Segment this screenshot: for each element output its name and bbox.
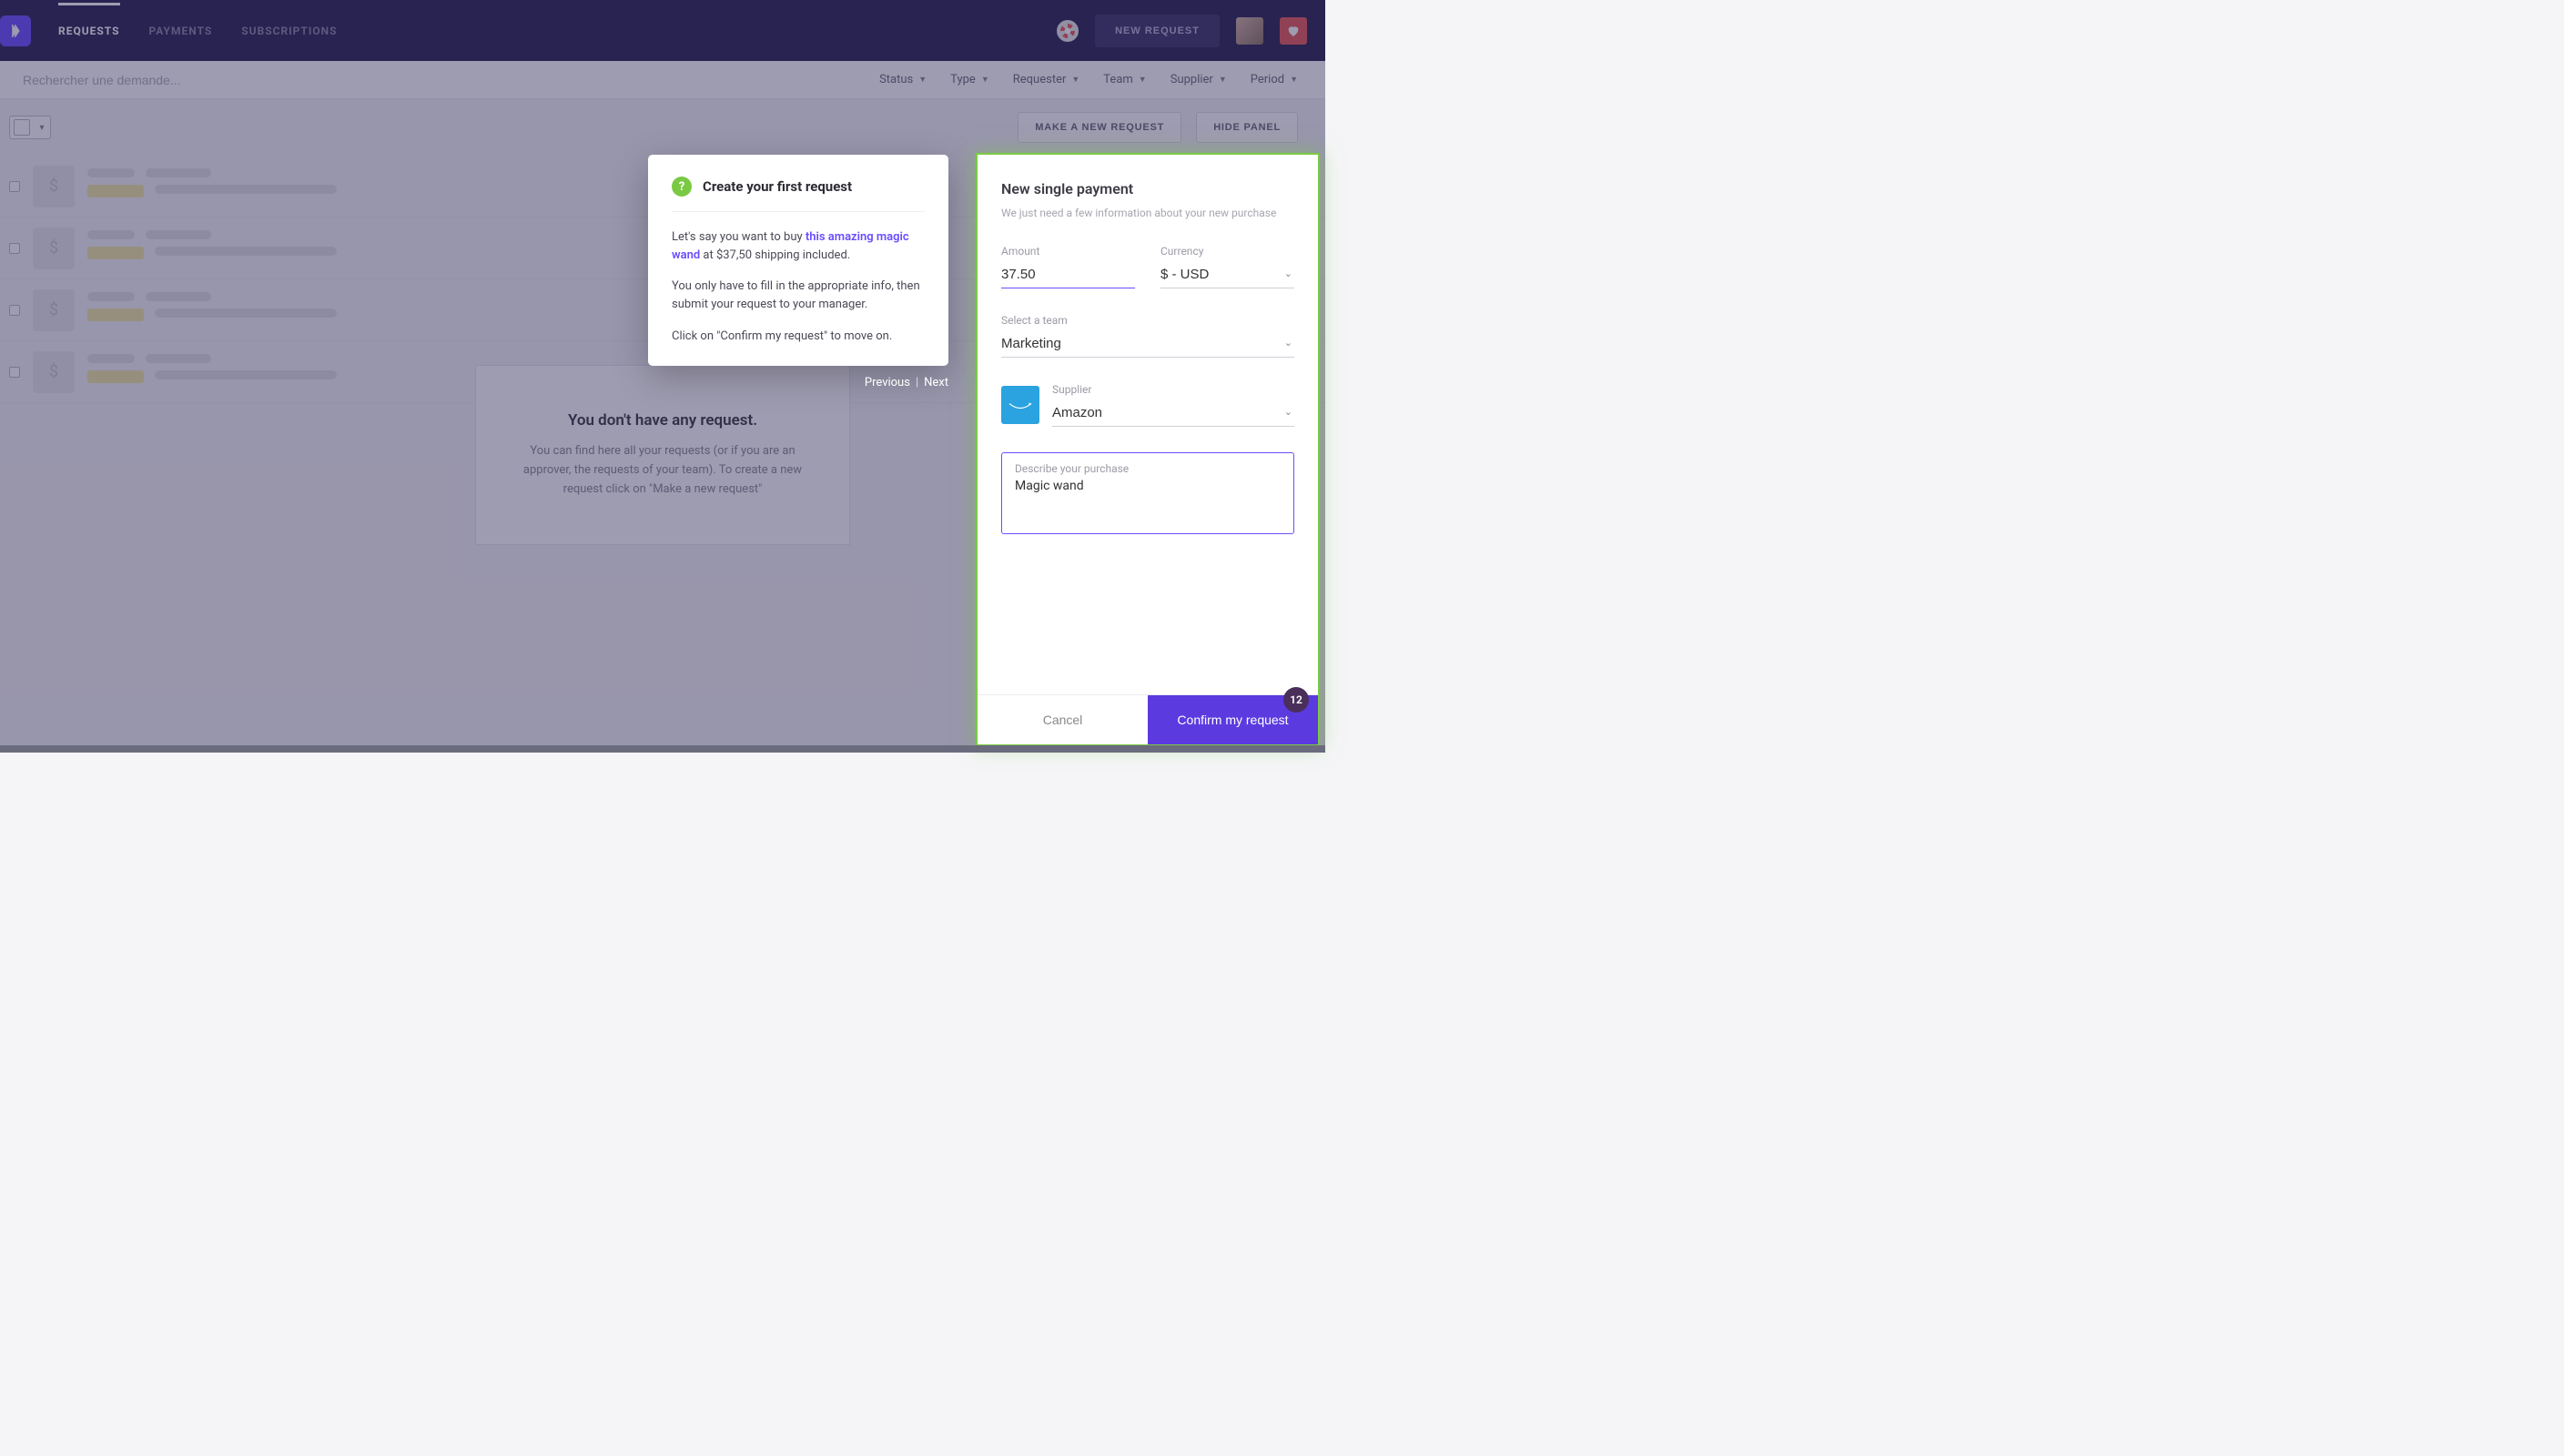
nav-tab-subscriptions[interactable]: SUBSCRIPTIONS xyxy=(241,3,337,59)
bottom-bar xyxy=(0,745,1325,753)
amount-input[interactable] xyxy=(1001,263,1135,288)
onboarding-tooltip: ? Create your first request Let's say yo… xyxy=(648,155,948,366)
team-label: Select a team xyxy=(1001,314,1294,327)
tooltip-nav: Previous|Next xyxy=(865,376,948,389)
caret-down-icon: ▼ xyxy=(1290,75,1298,85)
question-icon: ? xyxy=(672,177,692,197)
filter-supplier[interactable]: Supplier▼ xyxy=(1171,73,1227,86)
description-label: Describe your purchase xyxy=(1015,462,1281,475)
caret-down-icon: ▾ xyxy=(34,123,50,133)
currency-select[interactable] xyxy=(1160,263,1294,288)
filter-bar: Status▼ Type▼ Requester▼ Team▼ Supplier▼… xyxy=(0,61,1325,99)
notification-badge[interactable]: 12 xyxy=(1283,687,1309,713)
item-icon: $ xyxy=(33,289,75,331)
select-all-checkbox[interactable] xyxy=(14,119,30,136)
caret-down-icon: ▼ xyxy=(918,75,927,85)
cancel-button[interactable]: Cancel xyxy=(978,695,1148,744)
filter-team[interactable]: Team▼ xyxy=(1103,73,1146,86)
description-field[interactable]: Describe your purchase xyxy=(1001,452,1294,534)
tooltip-prev[interactable]: Previous xyxy=(865,376,910,389)
currency-label: Currency xyxy=(1160,245,1294,258)
favorites-icon[interactable] xyxy=(1280,17,1307,45)
row-checkbox[interactable] xyxy=(9,243,20,254)
hide-panel-button[interactable]: HIDE PANEL xyxy=(1196,112,1298,143)
panel-subtitle: We just need a few information about you… xyxy=(1001,205,1294,221)
supplier-logo xyxy=(1001,386,1039,424)
help-icon[interactable] xyxy=(1057,20,1079,42)
filter-requester[interactable]: Requester▼ xyxy=(1013,73,1080,86)
new-request-button[interactable]: NEW REQUEST xyxy=(1095,15,1220,47)
tooltip-paragraph: You only have to fill in the appropriate… xyxy=(672,278,925,314)
action-bar: ▾ MAKE A NEW REQUEST HIDE PANEL xyxy=(0,99,1325,156)
make-new-request-button[interactable]: MAKE A NEW REQUEST xyxy=(1018,112,1181,143)
nav-tab-requests[interactable]: REQUESTS xyxy=(58,3,120,59)
user-avatar[interactable] xyxy=(1236,17,1263,45)
supplier-select[interactable] xyxy=(1052,401,1294,427)
empty-state-body: You can find here all your requests (or … xyxy=(512,442,813,499)
tooltip-paragraph: Let's say you want to buy this amazing m… xyxy=(672,228,925,265)
supplier-label: Supplier xyxy=(1052,383,1294,396)
select-all-dropdown[interactable]: ▾ xyxy=(9,116,51,139)
tooltip-next[interactable]: Next xyxy=(924,376,948,389)
filter-period[interactable]: Period▼ xyxy=(1251,73,1298,86)
caret-down-icon: ▼ xyxy=(1071,75,1079,85)
description-textarea[interactable] xyxy=(1015,479,1281,521)
item-icon: $ xyxy=(33,166,75,207)
app-logo[interactable] xyxy=(0,15,31,46)
nav-tab-payments[interactable]: PAYMENTS xyxy=(149,3,213,59)
search-input[interactable] xyxy=(0,73,852,87)
filter-status[interactable]: Status▼ xyxy=(879,73,927,86)
caret-down-icon: ▼ xyxy=(981,75,989,85)
empty-state: You don't have any request. You can find… xyxy=(475,365,850,545)
top-navigation: REQUESTS PAYMENTS SUBSCRIPTIONS NEW REQU… xyxy=(0,0,1325,61)
caret-down-icon: ▼ xyxy=(1139,75,1147,85)
panel-title: New single payment xyxy=(1001,180,1294,197)
filter-type[interactable]: Type▼ xyxy=(950,73,989,86)
row-checkbox[interactable] xyxy=(9,181,20,192)
amount-label: Amount xyxy=(1001,245,1135,258)
new-request-panel: New single payment We just need a few in… xyxy=(976,153,1320,746)
caret-down-icon: ▼ xyxy=(1219,75,1227,85)
empty-state-title: You don't have any request. xyxy=(512,411,813,430)
item-icon: $ xyxy=(33,228,75,269)
row-checkbox[interactable] xyxy=(9,367,20,378)
item-icon: $ xyxy=(33,351,75,393)
tooltip-title: Create your first request xyxy=(703,178,852,195)
team-select[interactable] xyxy=(1001,332,1294,358)
row-checkbox[interactable] xyxy=(9,305,20,316)
tooltip-paragraph: Click on "Confirm my request" to move on… xyxy=(672,328,925,346)
